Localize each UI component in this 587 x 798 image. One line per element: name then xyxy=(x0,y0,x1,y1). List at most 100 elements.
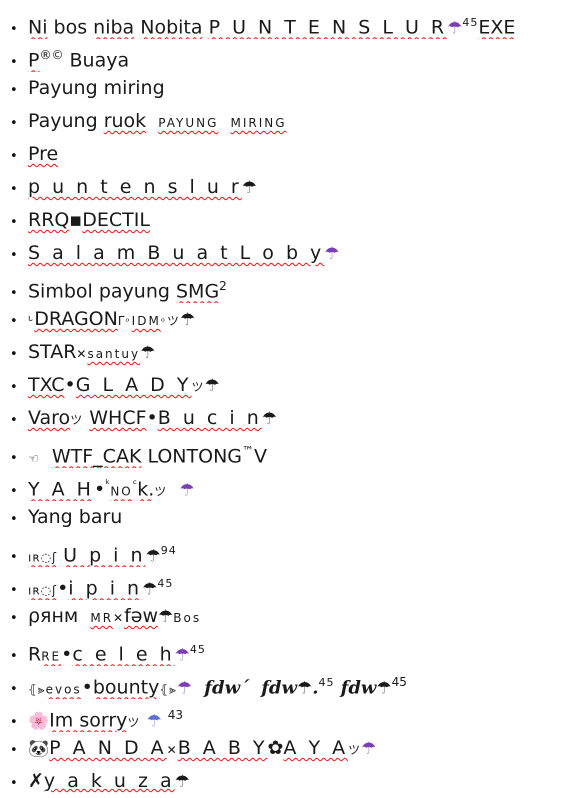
list-item[interactable]: ıʀ◌ʃ•i p i n☂45 xyxy=(0,567,587,600)
list-bullet xyxy=(10,338,28,369)
panda-face-icon: 🐼 xyxy=(28,739,50,759)
list-item[interactable]: STAR✕santuy☂ xyxy=(0,336,587,369)
list-item[interactable]: ıʀ◌ʃ U p i n☂94 xyxy=(0,534,587,567)
word-dragon: DRAGON xyxy=(34,308,118,330)
dot-separator-icon: • xyxy=(146,407,158,429)
cross-icon: ✕ xyxy=(113,611,125,625)
list-item[interactable]: ᒡDRAGONᒥᵒIDMᵒツ☂ xyxy=(0,303,587,336)
list-bullet xyxy=(10,371,28,402)
list-item[interactable]: Payung miring xyxy=(0,72,587,105)
word-puntenslur: P U N T E N S L U R xyxy=(208,16,448,39)
list-bullet xyxy=(10,541,28,567)
list-item[interactable]: RRE•c e l e h☂45 xyxy=(0,633,587,666)
stylized-prefix-iro: ıʀ◌ʃ xyxy=(28,583,58,598)
list-item[interactable]: Y A H•ᵏNOᶜk.ツ ☂ xyxy=(0,468,587,501)
katakana-tsu: ツ xyxy=(166,314,180,328)
word-whcf: WHCF xyxy=(89,407,147,429)
word-lontong: LONTONG xyxy=(141,445,243,468)
word-buaya: Buaya xyxy=(63,49,130,72)
pointing-hand-icon: ☜ xyxy=(28,451,40,466)
list-item-text: Ni bos niba Nobita P U N T E N S L U R☂4… xyxy=(28,6,515,39)
list-bullet xyxy=(10,206,28,237)
list-item-text: ⦃⫸evos•bounty⦃⫸☂ fdw´ fdw☂.45 fdw☂45 xyxy=(28,666,407,699)
list-item-text: P®© Buaya xyxy=(28,39,129,72)
word-no: NO xyxy=(110,484,133,499)
list-item[interactable]: P®© Buaya xyxy=(0,39,587,72)
list-bullet xyxy=(10,442,28,468)
letters-yah: Y A H xyxy=(28,478,94,501)
list-item[interactable]: ρянм MR✕fəw☂Bos xyxy=(0,600,587,633)
umbrella-icon: ☂ xyxy=(146,711,162,732)
superscript-45: 45 xyxy=(189,643,206,656)
umbrella-icon: ☂ xyxy=(145,546,161,567)
umbrella-icon: ☂ xyxy=(158,607,174,627)
superscript-45: 45 xyxy=(391,675,407,689)
list-item[interactable]: Simbol payung SMG2 xyxy=(0,270,587,303)
superscript-bos: Bos xyxy=(173,611,202,625)
list-bullet xyxy=(10,602,28,633)
smallcaps-miring: MIRING xyxy=(230,116,287,130)
umbrella-icon: ☂ xyxy=(447,18,463,39)
list-bullet xyxy=(10,404,28,435)
square-separator-icon: ▪ xyxy=(69,209,83,231)
list-item-text: RRE•c e l e h☂45 xyxy=(28,633,206,666)
word-evos: evos xyxy=(45,682,82,697)
umbrella-icon: ☂ xyxy=(142,579,158,600)
letter-r: R xyxy=(28,643,42,666)
superscript-45: 45 xyxy=(318,676,335,689)
dot-separator-icon: • xyxy=(93,478,106,501)
cherry-blossom-icon: 🌸 xyxy=(28,711,50,732)
list-item[interactable]: ⦃⫸evos•bounty⦃⫸☂ fdw´ fdw☂.45 fdw☂45 xyxy=(0,666,587,699)
list-item[interactable]: p u n t e n s l u r☂ xyxy=(0,171,587,204)
list-item[interactable]: Varoツ WHCF•B u c i n☂ xyxy=(0,402,587,435)
list-item[interactable]: 🌸Im sorryツ ☂ 43 xyxy=(0,699,587,732)
list-item-text: ☜ WTF_CAK LONTONG™V xyxy=(28,435,267,468)
superscript-mr: MR xyxy=(90,611,114,625)
superscript-re: RE xyxy=(41,649,62,664)
umbrella-icon: ☂ xyxy=(179,480,195,501)
katakana-tsu: ツ xyxy=(191,380,205,394)
word-ipin: i p i n xyxy=(68,577,143,600)
list-item[interactable]: S a l a m B u a t L o b y☂ xyxy=(0,237,587,270)
superscript-45: 45 xyxy=(462,16,479,29)
list-item[interactable]: Yang baru xyxy=(0,501,587,534)
list-item-text: ıʀ◌ʃ U p i n☂94 xyxy=(28,534,177,567)
list-item[interactable]: Pre xyxy=(0,138,587,171)
dot-separator-icon: • xyxy=(81,676,93,699)
phrase-salam-buat-loby: S a l a m B u a t L o b y xyxy=(28,242,325,264)
list-item-text: ρянм MR✕fəw☂Bos xyxy=(28,600,201,633)
cross-mark-icon: ✗ xyxy=(28,770,44,792)
list-bullet xyxy=(10,277,28,303)
umbrella-icon: ☂ xyxy=(376,678,392,699)
word-fdw-2: fdw xyxy=(261,677,298,699)
list-item[interactable]: Payung ruok PAYUNG MIRING xyxy=(0,105,587,138)
word-panda: P A N D A xyxy=(49,737,167,759)
word-dectil: DECTIL xyxy=(82,209,150,231)
list-item-text: p u n t e n s l u r☂ xyxy=(28,171,257,204)
list-item-text: ᒡDRAGONᒥᵒIDMᵒツ☂ xyxy=(28,303,195,336)
list-bullet xyxy=(10,173,28,204)
accent-icon: ´ xyxy=(240,677,250,699)
word-bucin: B u c i n xyxy=(157,407,262,429)
word-niba: niba xyxy=(93,16,135,39)
word-nobita: Nobita xyxy=(140,16,203,39)
umbrella-icon: ☂ xyxy=(261,409,278,429)
list-item[interactable]: RRQ▪DECTIL xyxy=(0,204,587,237)
list-bullet xyxy=(10,673,28,699)
list-item[interactable]: TXC•G L A D Yツ☂ xyxy=(0,369,587,402)
list-item[interactable]: ☜ WTF_CAK LONTONG™V xyxy=(0,435,587,468)
list-item[interactable]: 🐼P A N D A✕B A B Y✿A Y Aツ☂ xyxy=(0,732,587,765)
word-fdw-1: fdw xyxy=(204,677,241,699)
list-bullet xyxy=(10,46,28,72)
word-smg: SMG xyxy=(175,280,220,303)
word-exe: EXE xyxy=(478,16,516,39)
list-bullet xyxy=(10,13,28,39)
word-txc: TXC xyxy=(28,374,65,396)
list-item[interactable]: Ni bos niba Nobita P U N T E N S L U R☂4… xyxy=(0,6,587,39)
umbrella-icon: ☂ xyxy=(361,739,377,759)
list-item-text: Simbol payung SMG2 xyxy=(28,270,227,303)
word-puntenslur-spaced: p u n t e n s l u r xyxy=(28,176,242,198)
list-item[interactable]: ✗y a k u z a☂ xyxy=(0,765,587,798)
word-bos: bos xyxy=(47,16,94,39)
dot-separator-icon: • xyxy=(57,577,69,600)
